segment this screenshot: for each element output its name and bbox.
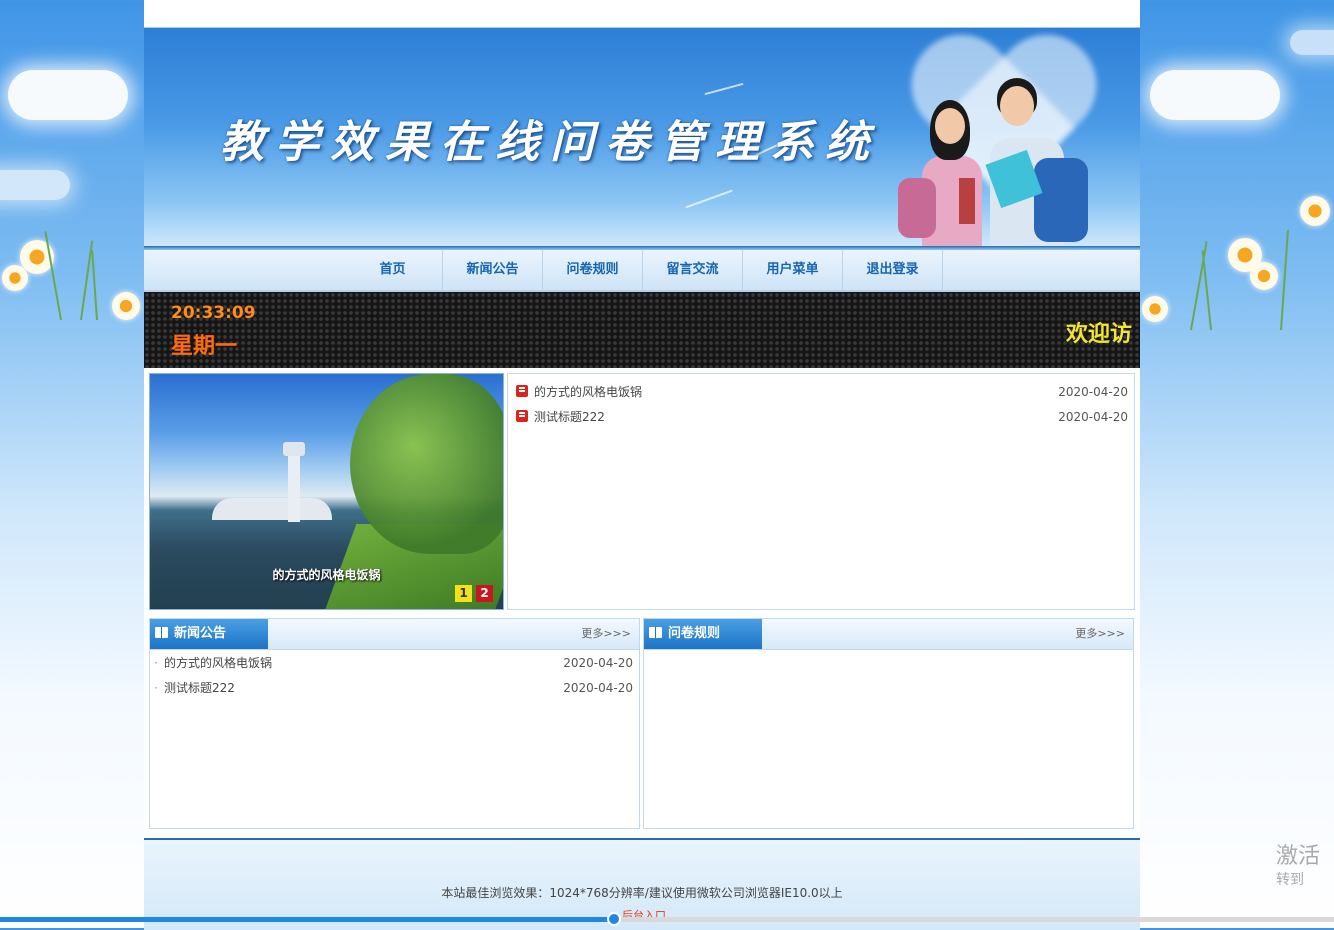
top-strip bbox=[144, 0, 1140, 28]
headline-title[interactable]: 的方式的风格电饭锅 bbox=[534, 385, 642, 399]
video-progress-handle[interactable] bbox=[606, 912, 621, 926]
news-title[interactable]: 测试标题222 bbox=[164, 681, 235, 695]
book-icon bbox=[155, 627, 168, 638]
book-icon bbox=[649, 627, 662, 638]
nav-user-menu[interactable]: 用户菜单 bbox=[743, 250, 843, 290]
main-navigation: 首页 新闻公告 问卷规则 留言交流 用户菜单 退出登录 bbox=[144, 250, 1140, 292]
headline-date: 2020-04-20 bbox=[1058, 410, 1128, 424]
campus-tower bbox=[283, 442, 305, 522]
header-banner: 教学效果在线问卷管理系统 bbox=[144, 28, 1140, 246]
list-item[interactable]: 的方式的风格电饭锅 2020-04-20 bbox=[150, 651, 639, 676]
list-item[interactable]: 测试标题222 2020-04-20 bbox=[508, 405, 1134, 430]
document-icon bbox=[516, 410, 528, 422]
clock-weekday: 星期一 bbox=[171, 334, 238, 359]
welcome-marquee: 欢迎访 bbox=[1065, 322, 1132, 347]
watermark-line-1: 激活 bbox=[1276, 844, 1321, 869]
news-panel: 新闻公告 更多>>> 的方式的风格电饭锅 2020-04-20 测试标题222 … bbox=[149, 618, 640, 829]
image-slideshow[interactable]: 的方式的风格电饭锅 1 2 bbox=[149, 373, 504, 610]
list-item[interactable]: 的方式的风格电饭锅 2020-04-20 bbox=[508, 380, 1134, 405]
rules-panel-title-text: 问卷规则 bbox=[668, 626, 721, 641]
slide-pager: 1 2 bbox=[455, 585, 493, 602]
news-more-link[interactable]: 更多>>> bbox=[581, 619, 631, 649]
watermark-line-2: 转到 bbox=[1276, 872, 1304, 888]
site-title: 教学效果在线问卷管理系统 bbox=[220, 117, 880, 168]
left-background-decoration bbox=[0, 0, 144, 928]
nav-survey-rules[interactable]: 问卷规则 bbox=[543, 250, 643, 290]
nav-logout[interactable]: 退出登录 bbox=[843, 250, 943, 290]
nav-home[interactable]: 首页 bbox=[343, 250, 443, 290]
willow-tree bbox=[350, 374, 503, 554]
headline-title[interactable]: 测试标题222 bbox=[534, 410, 605, 424]
headline-date: 2020-04-20 bbox=[1058, 385, 1128, 399]
news-panel-header: 新闻公告 更多>>> bbox=[150, 619, 639, 650]
news-panel-title-text: 新闻公告 bbox=[174, 626, 227, 641]
video-progress-bar[interactable] bbox=[0, 912, 1334, 926]
panels-row: 新闻公告 更多>>> 的方式的风格电饭锅 2020-04-20 测试标题222 … bbox=[149, 618, 1135, 830]
right-background-decoration bbox=[1140, 0, 1334, 928]
rules-panel-title: 问卷规则 bbox=[644, 619, 762, 649]
campus-building bbox=[212, 498, 332, 520]
footer-copyright: 本站最佳浏览效果：1024*768分辨率/建议使用微软公司浏览器IE10.0以上 bbox=[441, 886, 843, 900]
nav-messages[interactable]: 留言交流 bbox=[643, 250, 743, 290]
news-panel-list: 的方式的风格电饭锅 2020-04-20 测试标题222 2020-04-20 bbox=[150, 651, 639, 701]
list-item[interactable]: 测试标题222 2020-04-20 bbox=[150, 676, 639, 701]
document-icon bbox=[516, 385, 528, 397]
clock-time: 20:33:09 bbox=[171, 303, 256, 323]
slide-page-1[interactable]: 1 bbox=[455, 585, 472, 602]
slide-caption[interactable]: 的方式的风格电饭锅 bbox=[150, 566, 503, 583]
featured-row: 的方式的风格电饭锅 1 2 的方式的风格电饭锅 2020-04-20 测试标题2… bbox=[149, 373, 1135, 610]
news-date: 2020-04-20 bbox=[563, 656, 633, 670]
video-progress-fill bbox=[0, 917, 614, 922]
rules-panel-header: 问卷规则 更多>>> bbox=[644, 619, 1133, 650]
slide-page-2[interactable]: 2 bbox=[476, 585, 493, 602]
clock-bar: 20:33:09 星期一 欢迎访 bbox=[144, 292, 1140, 368]
news-panel-title: 新闻公告 bbox=[150, 619, 268, 649]
rules-more-link[interactable]: 更多>>> bbox=[1075, 619, 1125, 649]
news-date: 2020-04-20 bbox=[563, 681, 633, 695]
nav-news[interactable]: 新闻公告 bbox=[443, 250, 543, 290]
news-title[interactable]: 的方式的风格电饭锅 bbox=[164, 656, 272, 670]
rules-panel: 问卷规则 更多>>> bbox=[643, 618, 1134, 829]
headline-list: 的方式的风格电饭锅 2020-04-20 测试标题222 2020-04-20 bbox=[507, 373, 1135, 610]
main-container: 教学效果在线问卷管理系统 首页 新闻公告 问卷规则 留言交流 用户菜单 退出登录… bbox=[144, 0, 1140, 930]
